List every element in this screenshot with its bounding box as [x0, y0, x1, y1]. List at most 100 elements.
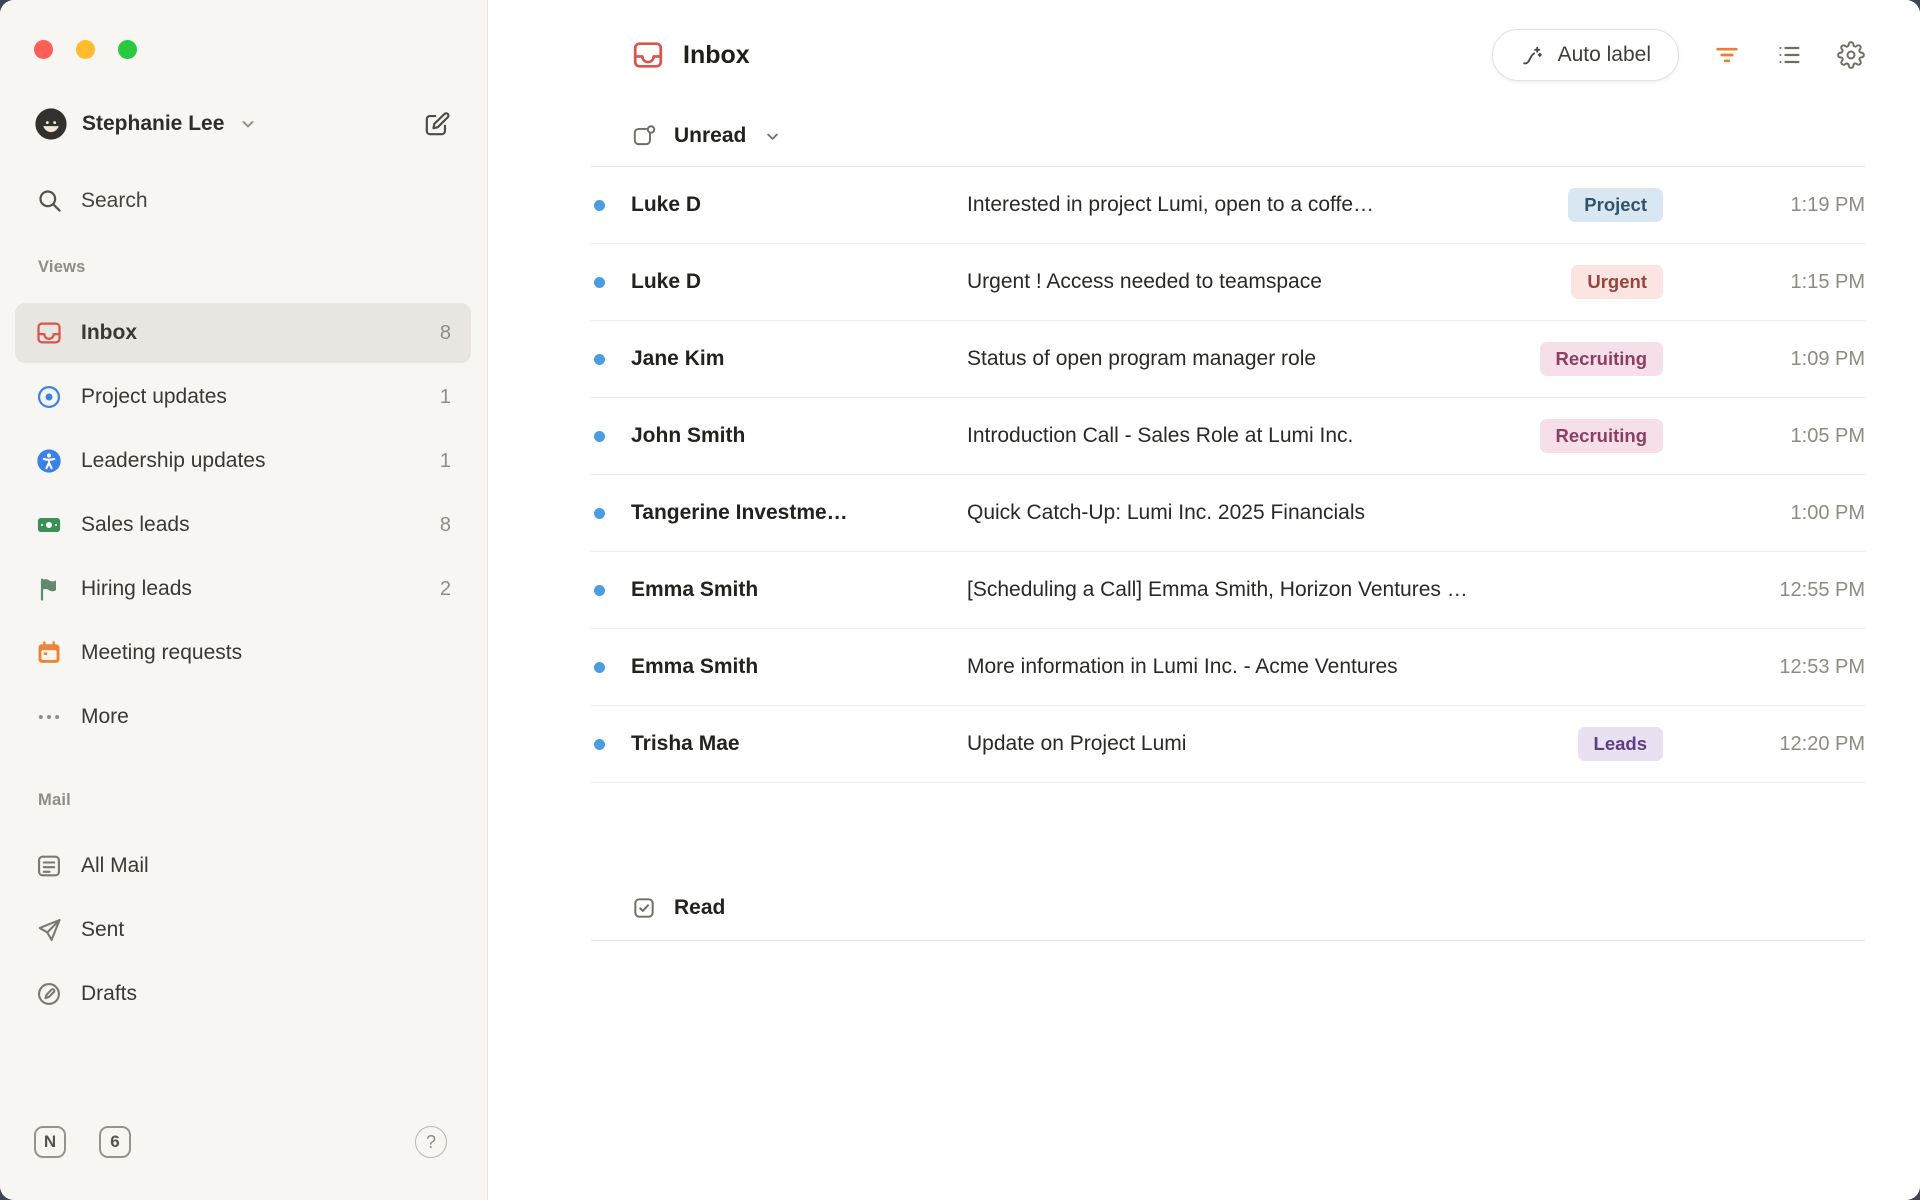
chevron-down-icon — [238, 114, 258, 134]
close-button[interactable] — [34, 40, 53, 59]
sidebar-item-label: Meeting requests — [81, 641, 242, 665]
email-row[interactable]: Tangerine Investme… Quick Catch-Up: Lumi… — [591, 475, 1865, 552]
email-row[interactable]: Trisha Mae Update on Project Lumi Leads … — [591, 706, 1865, 783]
unread-dot — [594, 200, 605, 211]
unread-dot — [594, 277, 605, 288]
help-button[interactable]: ? — [415, 1126, 447, 1158]
sidebar-item-leadership-updates[interactable]: Leadership updates 1 — [15, 431, 471, 491]
title-wrap: Inbox — [631, 38, 750, 72]
sidebar-item-count: 8 — [440, 514, 451, 537]
select-all-icon — [631, 123, 657, 149]
email-label-badge: Recruiting — [1540, 419, 1663, 453]
auto-label-text: Auto label — [1558, 43, 1651, 67]
list-view-icon[interactable] — [1775, 41, 1803, 69]
email-time: 1:15 PM — [1715, 271, 1865, 294]
sidebar-section-label: Mail — [0, 791, 487, 810]
email-sender: Tangerine Investme… — [631, 501, 967, 525]
user-name: Stephanie Lee — [82, 112, 224, 136]
minimize-button[interactable] — [76, 40, 95, 59]
ellipsis-icon — [35, 703, 63, 731]
email-subject: Quick Catch-Up: Lumi Inc. 2025 Financial… — [967, 501, 1715, 525]
sidebar-section-views: Views Inbox 8 Project updates 1 Leadersh… — [0, 258, 487, 747]
money-icon — [35, 511, 63, 539]
email-label-badge: Urgent — [1571, 265, 1663, 299]
email-label-badge: Leads — [1578, 727, 1663, 761]
account-switcher[interactable]: Stephanie Lee — [34, 107, 258, 141]
compose-button[interactable] — [422, 110, 451, 139]
inbox-icon — [35, 319, 63, 347]
read-label: Read — [674, 896, 725, 920]
sidebar-item-hiring-leads[interactable]: Hiring leads 2 — [15, 559, 471, 619]
window-controls — [0, 0, 487, 59]
email-label-badge: Project — [1568, 188, 1663, 222]
sidebar-item-label: Hiring leads — [81, 577, 192, 601]
count-badge[interactable]: 6 — [99, 1126, 131, 1158]
sidebar-item-all-mail[interactable]: All Mail — [15, 836, 471, 896]
chevron-down-icon — [763, 127, 782, 146]
sidebar-item-label: Inbox — [81, 321, 137, 345]
email-row[interactable]: Jane Kim Status of open program manager … — [591, 321, 1865, 398]
email-time: 1:00 PM — [1715, 502, 1865, 525]
settings-gear-icon[interactable] — [1837, 41, 1865, 69]
email-time: 1:05 PM — [1715, 425, 1865, 448]
email-label-badge: Recruiting — [1540, 342, 1663, 376]
search-button[interactable]: Search — [0, 187, 487, 214]
email-subject: Interested in project Lumi, open to a co… — [967, 193, 1568, 217]
sidebar-footer: N 6 ? — [0, 1110, 487, 1200]
sidebar-item-label: Sent — [81, 918, 124, 942]
sidebar-item-label: Project updates — [81, 385, 227, 409]
unread-label: Unread — [674, 124, 746, 148]
search-icon — [36, 187, 63, 214]
email-row[interactable]: Luke D Urgent ! Access needed to teamspa… — [591, 244, 1865, 321]
email-sender: Emma Smith — [631, 578, 967, 602]
target-icon — [35, 383, 63, 411]
email-row[interactable]: John Smith Introduction Call - Sales Rol… — [591, 398, 1865, 475]
sidebar-item-inbox[interactable]: Inbox 8 — [15, 303, 471, 363]
allmail-icon — [35, 852, 63, 880]
sidebar-item-meeting-requests[interactable]: Meeting requests — [15, 623, 471, 683]
unread-dot — [594, 585, 605, 596]
unread-dot — [594, 431, 605, 442]
filter-icon[interactable] — [1713, 41, 1741, 69]
sidebar-item-drafts[interactable]: Drafts — [15, 964, 471, 1024]
footer-badges: N 6 — [34, 1126, 131, 1158]
avatar — [34, 107, 68, 141]
email-sender: Emma Smith — [631, 655, 967, 679]
email-subject: Update on Project Lumi — [967, 732, 1578, 756]
unread-dot — [594, 739, 605, 750]
email-subject: Status of open program manager role — [967, 347, 1540, 371]
email-sender: Trisha Mae — [631, 732, 967, 756]
read-section-header[interactable]: Read — [591, 875, 1865, 941]
unread-section-header[interactable]: Unread — [591, 114, 1865, 158]
unread-dot — [594, 662, 605, 673]
email-time: 12:55 PM — [1715, 579, 1865, 602]
inbox-icon — [631, 38, 665, 72]
email-row[interactable]: Luke D Interested in project Lumi, open … — [591, 167, 1865, 244]
email-subject: Introduction Call - Sales Role at Lumi I… — [967, 424, 1540, 448]
sidebar-item-label: More — [81, 705, 129, 729]
sidebar-item-project-updates[interactable]: Project updates 1 — [15, 367, 471, 427]
email-sender: Jane Kim — [631, 347, 967, 371]
zoom-button[interactable] — [118, 40, 137, 59]
sidebar-item-label: Leadership updates — [81, 449, 265, 473]
sidebar-item-sales-leads[interactable]: Sales leads 8 — [15, 495, 471, 555]
calendar-icon — [35, 639, 63, 667]
sent-icon — [35, 916, 63, 944]
email-row[interactable]: Emma Smith More information in Lumi Inc.… — [591, 629, 1865, 706]
email-row[interactable]: Emma Smith [Scheduling a Call] Emma Smit… — [591, 552, 1865, 629]
sidebar-item-sent[interactable]: Sent — [15, 900, 471, 960]
sidebar-item-count: 8 — [440, 322, 451, 345]
sidebar-section-mail: Mail All Mail Sent Drafts — [0, 791, 487, 1024]
email-subject: [Scheduling a Call] Emma Smith, Horizon … — [967, 578, 1715, 602]
notion-badge[interactable]: N — [34, 1126, 66, 1158]
drafts-icon — [35, 980, 63, 1008]
email-time: 12:20 PM — [1715, 733, 1865, 756]
auto-label-button[interactable]: Auto label — [1492, 29, 1679, 81]
email-sender: John Smith — [631, 424, 967, 448]
sidebar-item-more[interactable]: More — [15, 687, 471, 747]
sidebar-item-count: 2 — [440, 578, 451, 601]
search-label: Search — [81, 189, 148, 213]
email-sender: Luke D — [631, 193, 967, 217]
email-list: Luke D Interested in project Lumi, open … — [591, 167, 1865, 783]
sidebar-section-label: Views — [0, 258, 487, 277]
